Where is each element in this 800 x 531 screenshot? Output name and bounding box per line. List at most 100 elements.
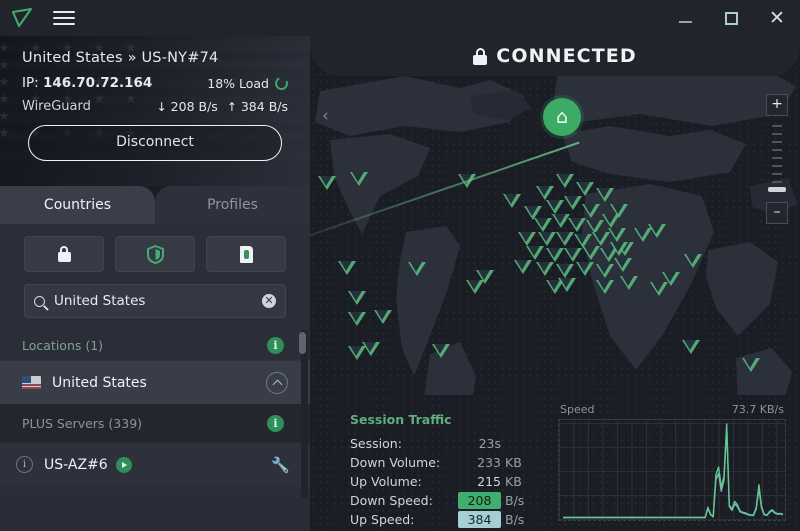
server-marker[interactable] [596,188,614,202]
server-marker[interactable] [742,358,760,372]
minimize-button[interactable] [662,0,708,36]
close-button[interactable]: ✕ [754,0,800,36]
server-marker[interactable] [556,174,574,188]
server-marker[interactable] [608,228,626,242]
server-marker[interactable] [350,172,368,186]
hamburger-menu-icon[interactable] [44,0,84,36]
speed-chart-title: Speed [560,403,595,416]
server-marker[interactable] [338,261,356,275]
live-speeds: ↓ 208 B/s ↑ 384 B/s [157,99,288,114]
server-load-text: 18% Load [207,75,269,91]
zoom-in-button[interactable]: + [766,94,788,116]
list-item-server[interactable]: i US-AZ#6 🔧 [0,442,310,486]
upload-speed-value: 384 B/s [240,99,288,114]
server-marker[interactable] [564,196,582,210]
server-marker[interactable] [558,278,576,292]
plus-servers-info-icon[interactable]: i [267,414,284,432]
server-marker[interactable] [536,262,554,276]
server-marker[interactable] [514,260,532,274]
server-marker[interactable] [546,248,564,262]
locations-info-icon[interactable]: i [267,336,284,354]
traffic-row: Up Speed: 384 B/s [350,510,550,528]
home-location-pin[interactable]: ⌂ [543,98,581,136]
chevron-up-icon[interactable] [266,371,288,394]
server-marker[interactable] [348,312,366,326]
onion-document-icon [239,245,253,263]
server-marker[interactable] [546,200,564,214]
search-box[interactable]: ✕ [24,284,286,318]
filter-buttons [0,224,310,272]
server-marker[interactable] [564,248,582,262]
zoom-slider-knob[interactable] [768,187,786,192]
server-marker[interactable] [503,194,521,208]
server-info-icon[interactable]: i [16,456,33,473]
locations-header-label: Locations (1) [22,337,104,353]
list-item-country[interactable]: United States [0,360,310,404]
server-marker[interactable] [518,232,536,246]
clear-search-icon[interactable]: ✕ [262,294,276,308]
server-marker[interactable] [576,262,594,276]
disconnect-button[interactable]: Disconnect [28,125,282,161]
traffic-row: Session: 23s [350,434,550,452]
server-marker[interactable] [596,264,614,278]
paper-plane-logo-icon [12,8,32,27]
traffic-row: Up Volume: 215 KB [350,472,550,490]
tab-countries[interactable]: Countries [0,186,155,224]
p2p-filter-button[interactable] [115,236,195,272]
speed-chart-plot [558,419,786,521]
server-marker[interactable] [318,176,336,190]
server-marker[interactable] [534,218,552,232]
zoom-out-button[interactable]: – [766,202,788,224]
list-scrollbar-track[interactable] [299,330,308,498]
server-marker[interactable] [348,291,366,305]
maximize-button[interactable] [708,0,754,36]
server-marker[interactable] [576,182,594,196]
server-marker[interactable] [362,342,380,356]
tab-profiles[interactable]: Profiles [155,186,310,224]
connected-server-path: United States » US-NY#74 [22,50,219,66]
server-marker[interactable] [602,214,620,228]
server-marker[interactable] [684,254,702,268]
server-marker[interactable] [538,232,556,246]
traffic-row: Down Speed: 208 B/s [350,491,550,509]
zoom-slider[interactable] [766,121,788,197]
server-marker[interactable] [596,280,614,294]
server-marker[interactable] [556,232,574,246]
server-marker[interactable] [620,276,638,290]
server-marker[interactable] [648,224,666,238]
server-marker[interactable] [432,344,450,358]
server-load: 18% Load [207,74,290,92]
server-marker[interactable] [556,264,574,278]
session-traffic-block: Session Traffic Session: 23s Down Volume: 2… [350,412,550,529]
map-collapse-button[interactable]: ‹ [322,106,329,126]
connection-status-banner: CONNECTED [310,36,800,76]
search-input[interactable] [54,293,253,309]
connect-play-icon[interactable] [115,456,132,473]
wrench-icon[interactable]: 🔧 [271,456,290,474]
server-marker[interactable] [374,310,392,324]
server-marker[interactable] [614,258,632,272]
server-marker[interactable] [682,340,700,354]
server-marker[interactable] [610,242,628,256]
load-ring-icon [273,74,290,92]
server-marker[interactable] [536,186,554,200]
speed-chart-header: Speed 73.7 KB/s [558,403,786,419]
secure-core-filter-button[interactable] [24,236,104,272]
plus-servers-header-row: PLUS Servers (339) i [0,404,310,442]
server-marker[interactable] [582,246,600,260]
server-marker[interactable] [582,204,600,218]
list-scrollbar-thumb[interactable] [299,332,306,354]
title-bar: ✕ [0,0,800,36]
server-marker[interactable] [568,218,586,232]
server-marker[interactable] [526,246,544,260]
tor-filter-button[interactable] [206,236,286,272]
server-marker[interactable] [650,282,668,296]
us-flag-icon [22,376,41,389]
paper-plane-logo[interactable] [0,0,44,36]
sidebar: ★ ★ ★ ★ ★ ★ ★ ★ ★ ★ ★ ★ ★ ★ ★ ★ ★ ★ ★ ★ ★ ★… [0,36,310,531]
server-marker[interactable] [408,262,426,276]
server-marker[interactable] [476,270,494,284]
download-arrow-icon: ↓ [156,100,167,114]
ip-address-block: IP: 146.70.72.164 [22,75,152,91]
padlock-icon [57,246,71,262]
